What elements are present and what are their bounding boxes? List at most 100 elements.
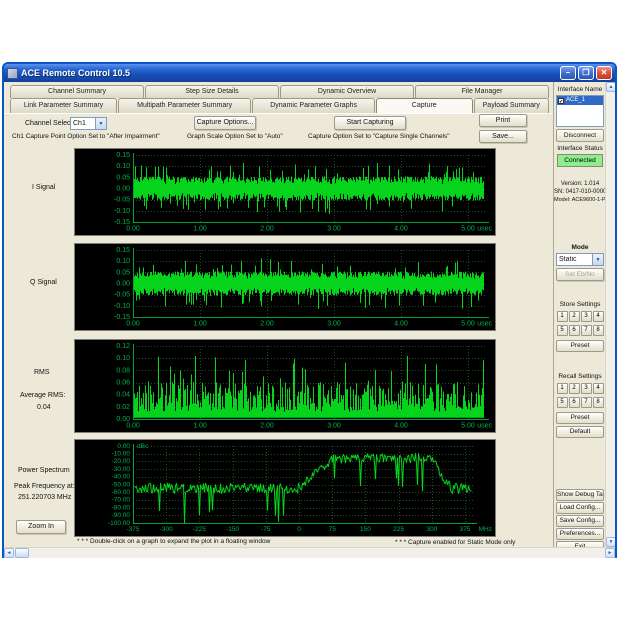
tab-channel-summary[interactable]: Channel Summary — [10, 85, 144, 98]
q-signal-plot-panel — [74, 243, 496, 331]
tab-link-parameter-summary[interactable]: Link Parameter Summary — [10, 98, 117, 113]
zoom-in-button[interactable]: Zoom In — [16, 520, 66, 534]
rms-plot[interactable] — [75, 340, 495, 432]
hscroll-thumb[interactable] — [15, 548, 29, 558]
q-signal-plot[interactable] — [75, 244, 495, 330]
tab-payload-summary[interactable]: Payload Summary — [473, 98, 549, 113]
titlebar[interactable]: ACE Remote Control 10.5 – ❐ ✕ — [4, 64, 615, 82]
recall-settings-row-2: 5 6 7 8 — [556, 397, 604, 408]
recall-5-button[interactable]: 5 — [556, 397, 568, 408]
double-click-note: * * * Double-click on a graph to expand … — [77, 538, 271, 545]
recall-settings-label: Recall Settings — [558, 373, 602, 380]
store-settings-row-2: 5 6 7 8 — [556, 325, 604, 336]
chevron-down-icon[interactable]: ▼ — [592, 254, 603, 265]
start-capturing-button[interactable]: Start Capturing — [334, 116, 406, 130]
i-signal-plot[interactable] — [75, 149, 495, 235]
version-text: Version: 1.014 — [560, 181, 600, 187]
sidebar: Interface Name ✔ ACE_1 Disconnect Interf… — [553, 82, 615, 558]
recall-preset-button[interactable]: Preset — [556, 412, 604, 424]
disconnect-button[interactable]: Disconnect — [556, 129, 604, 142]
tab-multipath-parameter-summary[interactable]: Multipath Parameter Summary — [118, 98, 252, 113]
store-8-button[interactable]: 8 — [592, 325, 604, 336]
i-signal-label: I Signal — [32, 184, 56, 191]
tab-dynamic-parameter-graphs[interactable]: Dynamic Parameter Graphs — [252, 98, 375, 113]
app-icon — [7, 67, 18, 79]
channel-select-dropdown[interactable]: Ch1 ▼ — [70, 117, 107, 130]
q-signal-label: Q Signal — [30, 279, 57, 286]
show-debug-tabs-button[interactable]: Show Debug Tabs — [556, 489, 604, 501]
tab-step-size-details[interactable]: Step Size Details — [145, 85, 279, 98]
channel-select-value: Ch1 — [73, 120, 86, 127]
load-config-button[interactable]: Load Config... — [556, 502, 604, 514]
store-5-button[interactable]: 5 — [556, 325, 568, 336]
channel-select-label: Channel Select: — [25, 120, 75, 127]
rms-label: RMS — [34, 369, 50, 376]
recall-4-button[interactable]: 4 — [592, 383, 604, 394]
tab-row-2: Link Parameter Summary Multipath Paramet… — [10, 98, 550, 113]
vertical-scrollbar[interactable]: ▲ ▼ — [605, 82, 615, 547]
power-spectrum-label: Power Spectrum — [18, 467, 70, 474]
client-area: Channel Summary Step Size Details Dynami… — [4, 82, 615, 558]
store-3-button[interactable]: 3 — [580, 311, 592, 322]
set-ebno-button[interactable]: Set Eb/No — [556, 268, 604, 281]
mode-label: Mode — [571, 244, 589, 251]
default-button[interactable]: Default — [556, 426, 604, 438]
average-rms-label: Average RMS: — [20, 392, 66, 399]
interface-status-label: Interface Status — [557, 145, 603, 152]
serial-number-text: SN: 0417-010-00000 — [554, 189, 610, 195]
store-preset-button[interactable]: Preset — [556, 340, 604, 352]
recall-settings-row-1: 1 2 3 4 — [556, 383, 604, 394]
power-spectrum-plot-panel — [74, 439, 496, 537]
capture-point-status: Ch1 Capture Point Option Set to "After I… — [12, 133, 160, 140]
store-1-button[interactable]: 1 — [556, 311, 568, 322]
recall-7-button[interactable]: 7 — [580, 397, 592, 408]
horizontal-scrollbar[interactable]: ◄ ► — [4, 547, 615, 558]
rms-plot-panel — [74, 339, 496, 433]
scroll-down-icon[interactable]: ▼ — [606, 537, 615, 547]
save-config-button[interactable]: Save Config... — [556, 515, 604, 527]
recall-8-button[interactable]: 8 — [592, 397, 604, 408]
store-4-button[interactable]: 4 — [592, 311, 604, 322]
interface-list[interactable]: ✔ ACE_1 — [556, 95, 604, 127]
chevron-down-icon[interactable]: ▼ — [95, 118, 106, 129]
recall-3-button[interactable]: 3 — [580, 383, 592, 394]
tab-file-manager[interactable]: File Manager — [415, 85, 549, 98]
recall-6-button[interactable]: 6 — [568, 397, 580, 408]
window-title: ACE Remote Control 10.5 — [21, 68, 131, 78]
recall-1-button[interactable]: 1 — [556, 383, 568, 394]
static-mode-note: * * * Capture enabled for Static Mode on… — [395, 539, 516, 546]
peak-frequency-label: Peak Frequency at: — [14, 483, 75, 490]
scroll-up-icon[interactable]: ▲ — [606, 82, 615, 92]
power-spectrum-plot[interactable] — [75, 440, 495, 536]
minimize-icon[interactable]: – — [560, 66, 576, 80]
tab-row-1: Channel Summary Step Size Details Dynami… — [10, 85, 550, 98]
save-button[interactable]: Save... — [479, 130, 527, 143]
store-2-button[interactable]: 2 — [568, 311, 580, 322]
interface-name-label: Interface Name — [557, 86, 603, 93]
capture-option-status: Capture Option Set to "Capture Single Ch… — [308, 133, 450, 140]
tab-baseline — [4, 113, 553, 114]
print-button[interactable]: Print — [479, 114, 527, 127]
peak-frequency-value: 251.220703 MHz — [18, 494, 72, 501]
store-6-button[interactable]: 6 — [568, 325, 580, 336]
scroll-left-icon[interactable]: ◄ — [4, 548, 14, 558]
average-rms-value: 0.04 — [37, 404, 51, 411]
preferences-button[interactable]: Preferences... — [556, 528, 604, 540]
window-buttons: – ❐ ✕ — [560, 66, 612, 80]
store-7-button[interactable]: 7 — [580, 325, 592, 336]
interface-list-item[interactable]: ✔ ACE_1 — [557, 96, 603, 105]
tab-dynamic-overview[interactable]: Dynamic Overview — [280, 85, 414, 98]
checkbox-checked-icon[interactable]: ✔ — [558, 97, 564, 105]
app-window: ACE Remote Control 10.5 – ❐ ✕ Channel Su… — [2, 62, 617, 558]
tab-capture[interactable]: Capture — [376, 98, 473, 113]
mode-dropdown[interactable]: Static ▼ — [556, 253, 604, 266]
i-signal-plot-panel — [74, 148, 496, 236]
store-settings-label: Store Settings — [559, 301, 601, 308]
mode-value: Static — [559, 256, 577, 263]
scroll-right-icon[interactable]: ► — [605, 548, 615, 558]
maximize-icon[interactable]: ❐ — [578, 66, 594, 80]
connection-status-badge: Connected — [557, 154, 603, 167]
recall-2-button[interactable]: 2 — [568, 383, 580, 394]
capture-options-button[interactable]: Capture Options... — [194, 116, 256, 130]
close-icon[interactable]: ✕ — [596, 66, 612, 80]
